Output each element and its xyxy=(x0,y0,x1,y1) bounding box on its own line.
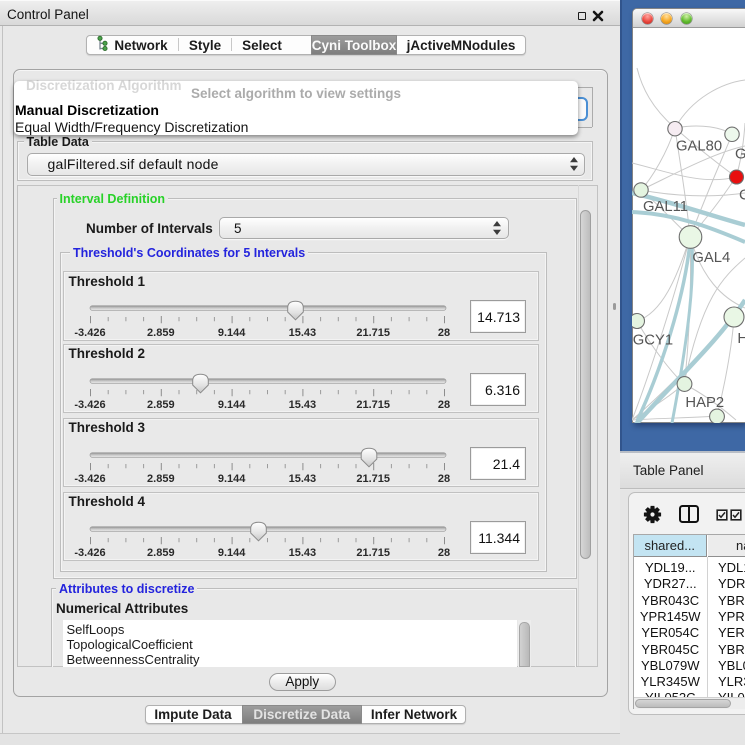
svg-text:GAL11: GAL11 xyxy=(643,199,688,215)
svg-text:GCY1: GCY1 xyxy=(633,333,673,349)
svg-text:C: C xyxy=(739,187,745,203)
svg-text:GAL80: GAL80 xyxy=(676,139,722,155)
svg-text:H: H xyxy=(737,331,745,347)
svg-text:HAP2: HAP2 xyxy=(685,395,724,411)
svg-text:GAL4: GAL4 xyxy=(692,250,730,266)
svg-text:GA: GA xyxy=(735,147,745,163)
